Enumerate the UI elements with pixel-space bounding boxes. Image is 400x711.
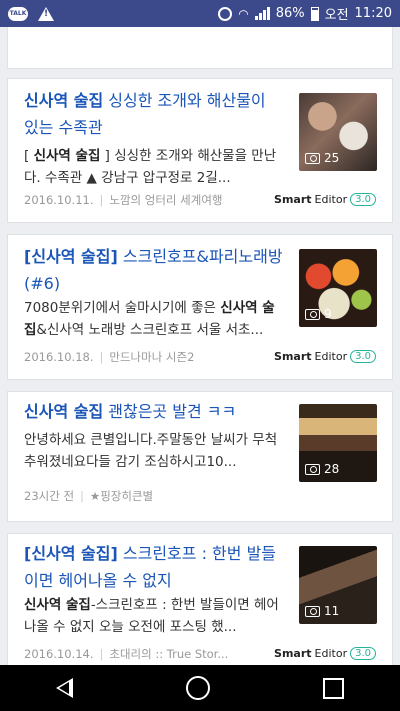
ampm: 오전 bbox=[324, 8, 349, 23]
camera-icon bbox=[305, 463, 320, 475]
android-nav-bar bbox=[0, 665, 400, 711]
result-meta: 2016.10.18. | 만드나마나 시즌2 bbox=[24, 349, 194, 365]
thumbnail-image[interactable]: 28 bbox=[299, 404, 377, 482]
meta-separator: | bbox=[99, 647, 104, 661]
meta-separator: | bbox=[80, 489, 84, 503]
photo-count: 9 bbox=[305, 307, 332, 321]
photo-count: 28 bbox=[305, 462, 339, 476]
result-card[interactable]: 신사역 술집 싱싱한 조개와 해산물이 있는 수족관 [ 신사역 술집 ] 싱싱… bbox=[7, 78, 393, 223]
blog-name[interactable]: ★핑장히큰별 bbox=[90, 488, 153, 504]
wifi-icon: ◠ bbox=[238, 6, 249, 21]
smart-editor-badge: Smart Editor 3.0 bbox=[274, 350, 376, 363]
recent-apps-icon[interactable] bbox=[322, 677, 344, 699]
post-date: 23시간 전 bbox=[24, 489, 75, 503]
kakaotalk-icon: TALK bbox=[8, 6, 28, 21]
warning-icon bbox=[38, 6, 54, 21]
photo-count: 25 bbox=[305, 151, 339, 165]
post-date: 2016.10.11. bbox=[24, 193, 94, 207]
battery-icon bbox=[310, 6, 319, 21]
title-text: 괜찮은곳 발견 ㅋㅋ bbox=[103, 402, 237, 421]
camera-icon bbox=[305, 152, 320, 164]
thumbnail-image[interactable]: 9 bbox=[299, 249, 377, 327]
result-title[interactable]: 신사역 술집 싱싱한 조개와 해산물이 있는 수족관 bbox=[24, 87, 284, 141]
meta-separator: | bbox=[99, 350, 104, 364]
result-title[interactable]: 신사역 술집 괜찮은곳 발견 ㅋㅋ bbox=[24, 398, 284, 425]
snippet-text: &신사역 노래방 스크린호프 서울 서초... bbox=[36, 322, 264, 338]
result-title[interactable]: [신사역 술집] 스크린호프&파리노래방(#6) bbox=[24, 243, 284, 297]
result-card[interactable]: 신사역 술집 괜찮은곳 발견 ㅋㅋ 안녕하세요 큰별입니다.주말동안 날씨가 무… bbox=[7, 391, 393, 522]
status-bar: TALK ◠ 86% 오전 11:20 bbox=[0, 0, 400, 27]
result-snippet: 신사역 술집-스크린호프 : 한번 발들이면 헤어나올 수 없지 오늘 오전에 … bbox=[24, 594, 286, 638]
post-date: 2016.10.14. bbox=[24, 647, 94, 661]
meta-separator: | bbox=[99, 193, 104, 207]
thumbnail-image[interactable]: 25 bbox=[299, 93, 377, 171]
title-keyword: 신사역 술집 bbox=[24, 91, 104, 110]
snippet-keyword: 신사역 술집 bbox=[24, 597, 91, 613]
thumbnail-image[interactable]: 11 bbox=[299, 546, 377, 624]
result-meta: 23시간 전 | ★핑장히큰별 bbox=[24, 488, 153, 504]
photo-count: 11 bbox=[305, 604, 339, 618]
battery-percent: 86% bbox=[275, 6, 305, 21]
title-keyword: [신사역 술집] bbox=[24, 247, 118, 266]
signal-icon bbox=[254, 7, 270, 20]
snippet-text: 7080분위기에서 술마시기에 좋은 bbox=[24, 300, 221, 316]
result-meta: 2016.10.11. | 노깜의 엉터리 세계여행 bbox=[24, 192, 223, 208]
blog-name[interactable]: 만드나마나 시즌2 bbox=[109, 349, 194, 365]
home-icon[interactable] bbox=[185, 676, 210, 700]
blog-name[interactable]: 초대리의 :: True Stor... bbox=[109, 646, 228, 662]
result-snippet: 7080분위기에서 술마시기에 좋은 신사역 술집&신사역 노래방 스크린호프 … bbox=[24, 297, 286, 341]
post-date: 2016.10.18. bbox=[24, 350, 94, 364]
snippet-keyword: 신사역 술집 bbox=[33, 148, 101, 164]
result-card[interactable]: [신사역 술집] 스크린호프 : 한번 발들이면 헤어나올 수 없지 신사역 술… bbox=[7, 533, 393, 665]
smart-editor-badge: Smart Editor 3.0 bbox=[274, 647, 376, 660]
result-title[interactable]: [신사역 술집] 스크린호프 : 한번 발들이면 헤어나올 수 없지 bbox=[24, 540, 284, 594]
blog-name[interactable]: 노깜의 엉터리 세계여행 bbox=[109, 192, 222, 208]
clock-time: 11:20 bbox=[354, 6, 392, 21]
title-keyword: [신사역 술집] bbox=[24, 544, 118, 563]
title-keyword: 신사역 술집 bbox=[24, 402, 104, 421]
smart-editor-badge: Smart Editor 3.0 bbox=[274, 193, 376, 206]
camera-icon bbox=[305, 308, 320, 320]
snippet-text: [ bbox=[24, 148, 34, 164]
back-icon[interactable] bbox=[56, 678, 74, 698]
search-result-list[interactable]: 신사역 술집 싱싱한 조개와 해산물이 있는 수족관 [ 신사역 술집 ] 싱싱… bbox=[0, 27, 400, 665]
result-snippet: [ 신사역 술집 ] 싱싱한 조개와 해산물을 만난다. 수족관 ▲ 강남구 압… bbox=[24, 145, 286, 189]
previous-result-card[interactable] bbox=[7, 27, 393, 69]
alarm-icon bbox=[218, 6, 233, 21]
snippet-text: 안녕하세요 큰별입니다.주말동안 날씨가 무척 추워졌네요다들 감기 조심하시고… bbox=[24, 432, 278, 470]
camera-icon bbox=[305, 605, 320, 617]
result-card[interactable]: [신사역 술집] 스크린호프&파리노래방(#6) 7080분위기에서 술마시기에… bbox=[7, 234, 393, 380]
result-meta: 2016.10.14. | 초대리의 :: True Stor... bbox=[24, 646, 228, 662]
result-snippet: 안녕하세요 큰별입니다.주말동안 날씨가 무척 추워졌네요다들 감기 조심하시고… bbox=[24, 429, 286, 473]
